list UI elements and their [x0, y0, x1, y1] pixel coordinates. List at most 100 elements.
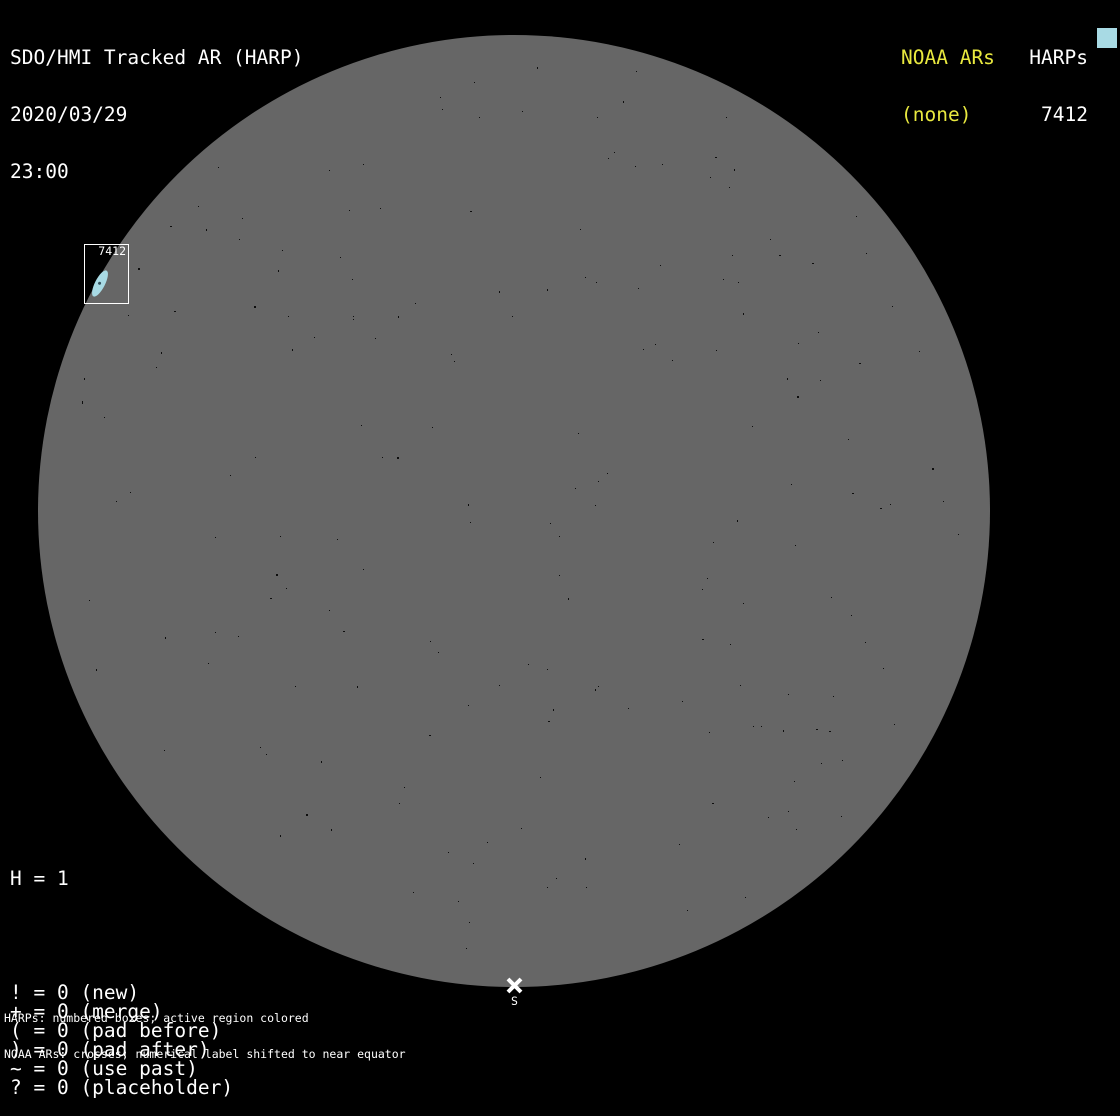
noise-speck [894, 724, 895, 725]
noise-speck [270, 598, 272, 599]
noise-speck [559, 575, 560, 576]
noise-speck [734, 169, 735, 171]
noise-speck [842, 760, 843, 761]
noise-speck [295, 686, 296, 687]
noise-speck [635, 166, 636, 167]
noise-speck [740, 685, 741, 686]
noise-speck [165, 637, 166, 639]
noise-speck [716, 350, 717, 351]
noise-speck [399, 803, 400, 804]
noise-speck [585, 858, 586, 860]
noise-speck [382, 457, 383, 458]
noise-speck [958, 534, 959, 535]
noise-speck [292, 349, 293, 351]
noise-speck [796, 829, 797, 830]
noise-speck [288, 316, 289, 317]
noise-speck [623, 101, 624, 103]
noise-speck [856, 216, 857, 217]
noise-speck [660, 265, 661, 266]
noise-speck [737, 520, 738, 522]
noise-speck [130, 492, 131, 493]
noise-speck [278, 270, 279, 272]
noise-speck [608, 158, 609, 159]
noise-speck [363, 164, 364, 165]
noise-speck [730, 644, 731, 645]
time-text: 23:00 [10, 160, 69, 183]
noise-speck [215, 537, 216, 538]
noise-speck [795, 545, 796, 546]
noise-speck [597, 117, 598, 118]
noise-speck [353, 319, 354, 320]
noise-speck [595, 689, 596, 691]
noise-speck [499, 291, 500, 293]
footnote-caption: HARPs: numbered boxes; active region col… [4, 988, 406, 1072]
noise-speck [521, 828, 522, 829]
noise-speck [540, 777, 541, 778]
noise-speck [239, 239, 240, 240]
noise-speck [883, 668, 884, 669]
noise-speck [852, 493, 854, 494]
noise-speck [442, 109, 443, 110]
noise-speck [260, 747, 261, 748]
noise-speck [788, 694, 789, 695]
counter-line: ? = 0 (placeholder) [10, 1076, 234, 1099]
noise-speck [161, 352, 162, 354]
noise-speck [340, 257, 341, 258]
noaa-ars-value: (none) [901, 103, 972, 126]
noise-speck [547, 669, 548, 670]
noise-speck [559, 536, 560, 537]
noise-speck [138, 268, 140, 270]
noise-speck [595, 505, 596, 506]
harps-label: HARPs [1029, 46, 1088, 69]
noise-speck [816, 729, 818, 730]
noise-speck [672, 360, 673, 361]
noise-speck [710, 177, 711, 178]
harp-box-number: 7412 [98, 244, 126, 258]
noise-speck [440, 97, 441, 98]
noise-speck [787, 378, 788, 380]
noise-speck [578, 433, 579, 434]
noise-speck [458, 901, 459, 902]
noise-speck [598, 686, 599, 687]
title-block: SDO/HMI Tracked AR (HARP) 2020/03/29 23:… [10, 10, 304, 200]
noise-speck [715, 157, 717, 158]
noise-speck [707, 578, 708, 579]
noise-speck [82, 402, 83, 404]
noise-speck [745, 897, 746, 898]
noise-speck [752, 426, 753, 427]
noise-speck [713, 542, 714, 543]
noise-speck [156, 367, 157, 368]
noise-speck [550, 523, 551, 524]
noise-speck [89, 600, 90, 601]
noise-speck [208, 663, 209, 664]
harps-value: 7412 [1041, 103, 1088, 126]
noise-speck [829, 731, 831, 732]
noise-speck [818, 332, 819, 333]
noise-speck [230, 475, 231, 476]
noise-speck [614, 152, 615, 153]
noise-speck [397, 457, 399, 459]
noise-speck [865, 642, 866, 643]
noise-speck [702, 639, 704, 640]
noise-speck [738, 282, 739, 283]
noise-speck [174, 311, 176, 312]
noise-speck [329, 610, 330, 611]
noise-speck [548, 721, 550, 722]
noise-speck [116, 501, 117, 502]
south-pole-label: S [511, 994, 518, 1008]
noise-speck [628, 708, 629, 709]
noise-speck [198, 206, 199, 207]
noise-speck [104, 417, 105, 418]
noise-speck [596, 282, 597, 283]
noise-speck [413, 892, 414, 893]
noise-speck [709, 732, 710, 733]
noise-speck [723, 279, 724, 280]
noise-speck [438, 652, 439, 653]
noise-speck [607, 473, 608, 474]
noise-speck [679, 844, 680, 845]
noise-speck [280, 536, 281, 537]
noise-speck [470, 211, 472, 212]
noise-speck [794, 781, 795, 782]
noise-speck [585, 277, 586, 278]
noise-speck [238, 636, 239, 637]
